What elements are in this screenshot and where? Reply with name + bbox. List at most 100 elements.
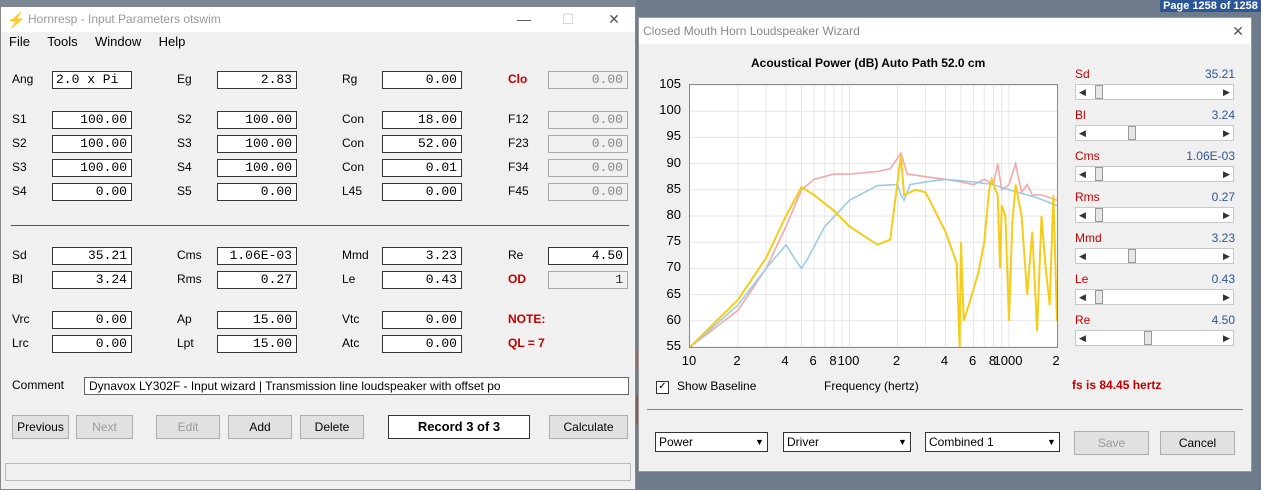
combined-combo[interactable]: Combined 1 ▼: [925, 432, 1060, 452]
param-field-con[interactable]: 0.01: [382, 159, 462, 177]
param-field-s5[interactable]: 0.00: [217, 183, 297, 201]
param-field-con[interactable]: 52.00: [382, 135, 462, 153]
param-field-mmd[interactable]: 3.23: [382, 247, 462, 265]
param-field-s3[interactable]: 100.00: [217, 135, 297, 153]
param-field-s4[interactable]: 100.00: [217, 159, 297, 177]
param-field-clo[interactable]: 0.00: [548, 71, 628, 89]
param-field-s4[interactable]: 0.00: [52, 183, 132, 201]
slider-thumb[interactable]: [1095, 85, 1104, 99]
arrow-right-icon[interactable]: ▶: [1220, 167, 1233, 181]
slider-thumb[interactable]: [1095, 167, 1104, 181]
param-field-atc[interactable]: 0.00: [382, 335, 462, 353]
arrow-left-icon[interactable]: ◀: [1076, 167, 1089, 181]
slider-thumb[interactable]: [1144, 331, 1153, 345]
wizard-close-button[interactable]: ✕: [1223, 21, 1253, 41]
param-label-le: Le: [342, 272, 356, 286]
arrow-right-icon[interactable]: ▶: [1220, 249, 1233, 263]
divider: [11, 225, 629, 226]
param-field-ang[interactable]: 2.0 x Pi: [52, 71, 132, 89]
slider-thumb[interactable]: [1128, 126, 1137, 140]
param-field-s2[interactable]: 100.00: [217, 111, 297, 129]
arrow-left-icon[interactable]: ◀: [1076, 85, 1089, 99]
arrow-right-icon[interactable]: ▶: [1220, 290, 1233, 304]
param-field-rms[interactable]: 0.27: [217, 271, 297, 289]
slider-label-rms: Rms: [1075, 190, 1100, 204]
comment-field[interactable]: Dynavox LY302F - Input wizard | Transmis…: [84, 377, 629, 395]
param-label-s3: S3: [177, 136, 192, 150]
add-button[interactable]: Add: [228, 415, 292, 439]
param-field-od[interactable]: 1: [548, 271, 628, 289]
y-tick-label: 95: [666, 128, 681, 144]
param-field-s2[interactable]: 100.00: [52, 135, 132, 153]
x-tick-label: 4: [781, 353, 789, 368]
x-tick-label: 8: [829, 353, 837, 368]
close-button[interactable]: ✕: [599, 9, 629, 29]
menu-window[interactable]: Window: [95, 32, 141, 52]
param-field-f12[interactable]: 0.00: [548, 111, 628, 129]
slider-sd[interactable]: ◀ ▶: [1075, 84, 1234, 100]
next-button[interactable]: Next: [76, 415, 133, 439]
arrow-right-icon[interactable]: ▶: [1220, 208, 1233, 222]
x-tick-label: 6: [968, 353, 977, 368]
slider-re[interactable]: ◀ ▶: [1075, 330, 1234, 346]
param-field-s3[interactable]: 100.00: [52, 159, 132, 177]
menu-file[interactable]: File: [9, 32, 30, 52]
slider-cms[interactable]: ◀ ▶: [1075, 166, 1234, 182]
param-field-lrc[interactable]: 0.00: [52, 335, 132, 353]
slider-le[interactable]: ◀ ▶: [1075, 289, 1234, 305]
param-field-l45[interactable]: 0.00: [382, 183, 462, 201]
arrow-left-icon[interactable]: ◀: [1076, 126, 1089, 140]
record-indicator: Record 3 of 3: [388, 415, 530, 439]
param-field-vrc[interactable]: 0.00: [52, 311, 132, 329]
param-field-eg[interactable]: 2.83: [217, 71, 297, 89]
edit-button[interactable]: Edit: [156, 415, 220, 439]
param-field-vtc[interactable]: 0.00: [382, 311, 462, 329]
save-button[interactable]: Save: [1074, 431, 1149, 455]
param-field-sd[interactable]: 35.21: [52, 247, 132, 265]
slider-thumb[interactable]: [1095, 208, 1104, 222]
arrow-left-icon[interactable]: ◀: [1076, 249, 1089, 263]
slider-thumb[interactable]: [1128, 249, 1137, 263]
maximize-button[interactable]: ☐: [553, 9, 583, 29]
param-field-lpt[interactable]: 15.00: [217, 335, 297, 353]
param-field-rg[interactable]: 0.00: [382, 71, 462, 89]
menu-help[interactable]: Help: [159, 32, 186, 52]
arrow-left-icon[interactable]: ◀: [1076, 208, 1089, 222]
param-field-re[interactable]: 4.50: [548, 247, 628, 265]
driver-combo[interactable]: Driver ▼: [783, 432, 911, 452]
param-label-ap: Ap: [177, 312, 192, 326]
arrow-left-icon[interactable]: ◀: [1076, 331, 1089, 345]
param-field-f45[interactable]: 0.00: [548, 183, 628, 201]
previous-button[interactable]: Previous: [12, 415, 69, 439]
arrow-right-icon[interactable]: ▶: [1220, 331, 1233, 345]
param-field-cms[interactable]: 1.06E-03: [217, 247, 297, 265]
slider-mmd[interactable]: ◀ ▶: [1075, 248, 1234, 264]
chart-plot-area: [689, 84, 1058, 348]
param-label-od: OD: [508, 272, 526, 286]
power-combo[interactable]: Power ▼: [655, 432, 768, 452]
slider-rms[interactable]: ◀ ▶: [1075, 207, 1234, 223]
minimize-button[interactable]: —: [509, 9, 539, 29]
slider-bl[interactable]: ◀ ▶: [1075, 125, 1234, 141]
param-field-s1[interactable]: 100.00: [52, 111, 132, 129]
wizard-title-bar: Closed Mouth Horn Loudspeaker Wizard ✕: [639, 18, 1251, 44]
param-label-eg: Eg: [177, 72, 192, 86]
param-label-s5: S5: [177, 184, 192, 198]
delete-button[interactable]: Delete: [300, 415, 364, 439]
arrow-right-icon[interactable]: ▶: [1220, 85, 1233, 99]
param-field-f34[interactable]: 0.00: [548, 159, 628, 177]
param-field-f23[interactable]: 0.00: [548, 135, 628, 153]
param-label-vrc: Vrc: [12, 312, 30, 326]
param-field-le[interactable]: 0.43: [382, 271, 462, 289]
calculate-button[interactable]: Calculate: [549, 415, 628, 439]
arrow-right-icon[interactable]: ▶: [1220, 126, 1233, 140]
param-field-bl[interactable]: 3.24: [52, 271, 132, 289]
slider-thumb[interactable]: [1095, 290, 1104, 304]
menu-tools[interactable]: Tools: [47, 32, 77, 52]
param-label-note: NOTE:: [508, 312, 546, 326]
show-baseline-checkbox[interactable]: ✓: [656, 381, 669, 394]
cancel-button[interactable]: Cancel: [1160, 431, 1235, 455]
param-field-con[interactable]: 18.00: [382, 111, 462, 129]
arrow-left-icon[interactable]: ◀: [1076, 290, 1089, 304]
param-field-ap[interactable]: 15.00: [217, 311, 297, 329]
